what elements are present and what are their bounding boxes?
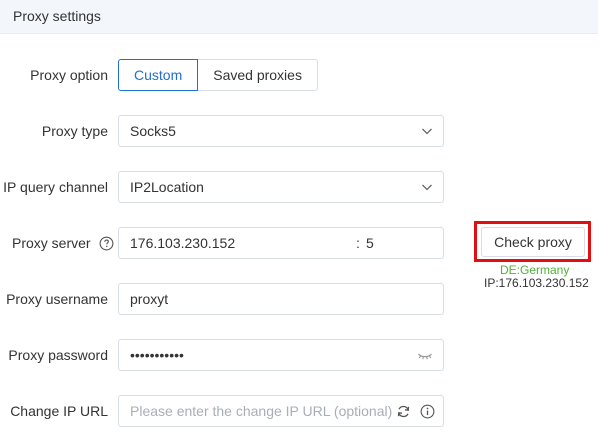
change-ip-url-input[interactable]: Please enter the change IP URL (optional…	[118, 395, 444, 427]
ip-query-channel-select[interactable]: IP2Location	[118, 171, 444, 203]
proxy-type-select[interactable]: Socks5	[118, 115, 444, 147]
proxy-port-input[interactable]: 5	[366, 235, 374, 251]
proxy-host-input[interactable]: 176.103.230.152	[130, 235, 235, 251]
refresh-icon[interactable]	[396, 404, 411, 419]
port-separator: :	[356, 235, 360, 251]
custom-option-button[interactable]: Custom	[118, 59, 199, 91]
settings-header: Proxy settings	[0, 0, 598, 34]
proxy-username-label: Proxy username	[6, 291, 108, 307]
chevron-down-icon	[422, 184, 432, 191]
ip-query-channel-label: IP query channel	[3, 179, 108, 195]
proxy-password-label: Proxy password	[8, 347, 108, 363]
saved-proxies-option-button[interactable]: Saved proxies	[198, 59, 318, 91]
chevron-down-icon	[422, 128, 432, 135]
eye-closed-icon[interactable]	[417, 350, 433, 362]
proxy-server-field: 176.103.230.152 : 5	[118, 227, 444, 259]
check-result-ip: IP:176.103.230.152	[484, 276, 589, 290]
proxy-server-label-group: Proxy server	[12, 235, 114, 251]
info-icon[interactable]	[420, 404, 435, 419]
check-proxy-button[interactable]: Check proxy	[481, 227, 585, 257]
proxy-type-label: Proxy type	[41, 123, 108, 139]
proxy-username-input[interactable]: proxyt	[118, 283, 444, 315]
proxy-server-label: Proxy server	[12, 235, 91, 251]
proxy-option-segmented: Custom Saved proxies	[118, 59, 318, 91]
change-ip-url-label: Change IP URL	[10, 403, 108, 419]
proxy-password-value: •••••••••••	[130, 347, 184, 363]
proxy-option-label: Proxy option	[30, 67, 108, 83]
page-title: Proxy settings	[13, 8, 101, 24]
help-icon[interactable]	[99, 236, 114, 251]
ip-query-channel-value: IP2Location	[130, 179, 204, 195]
proxy-type-value: Socks5	[130, 123, 176, 139]
proxy-password-input[interactable]: •••••••••••	[118, 339, 444, 371]
check-result-location: DE:Germany	[500, 263, 570, 277]
change-ip-url-placeholder: Please enter the change IP URL (optional…	[130, 403, 393, 419]
proxy-username-value: proxyt	[130, 291, 169, 307]
